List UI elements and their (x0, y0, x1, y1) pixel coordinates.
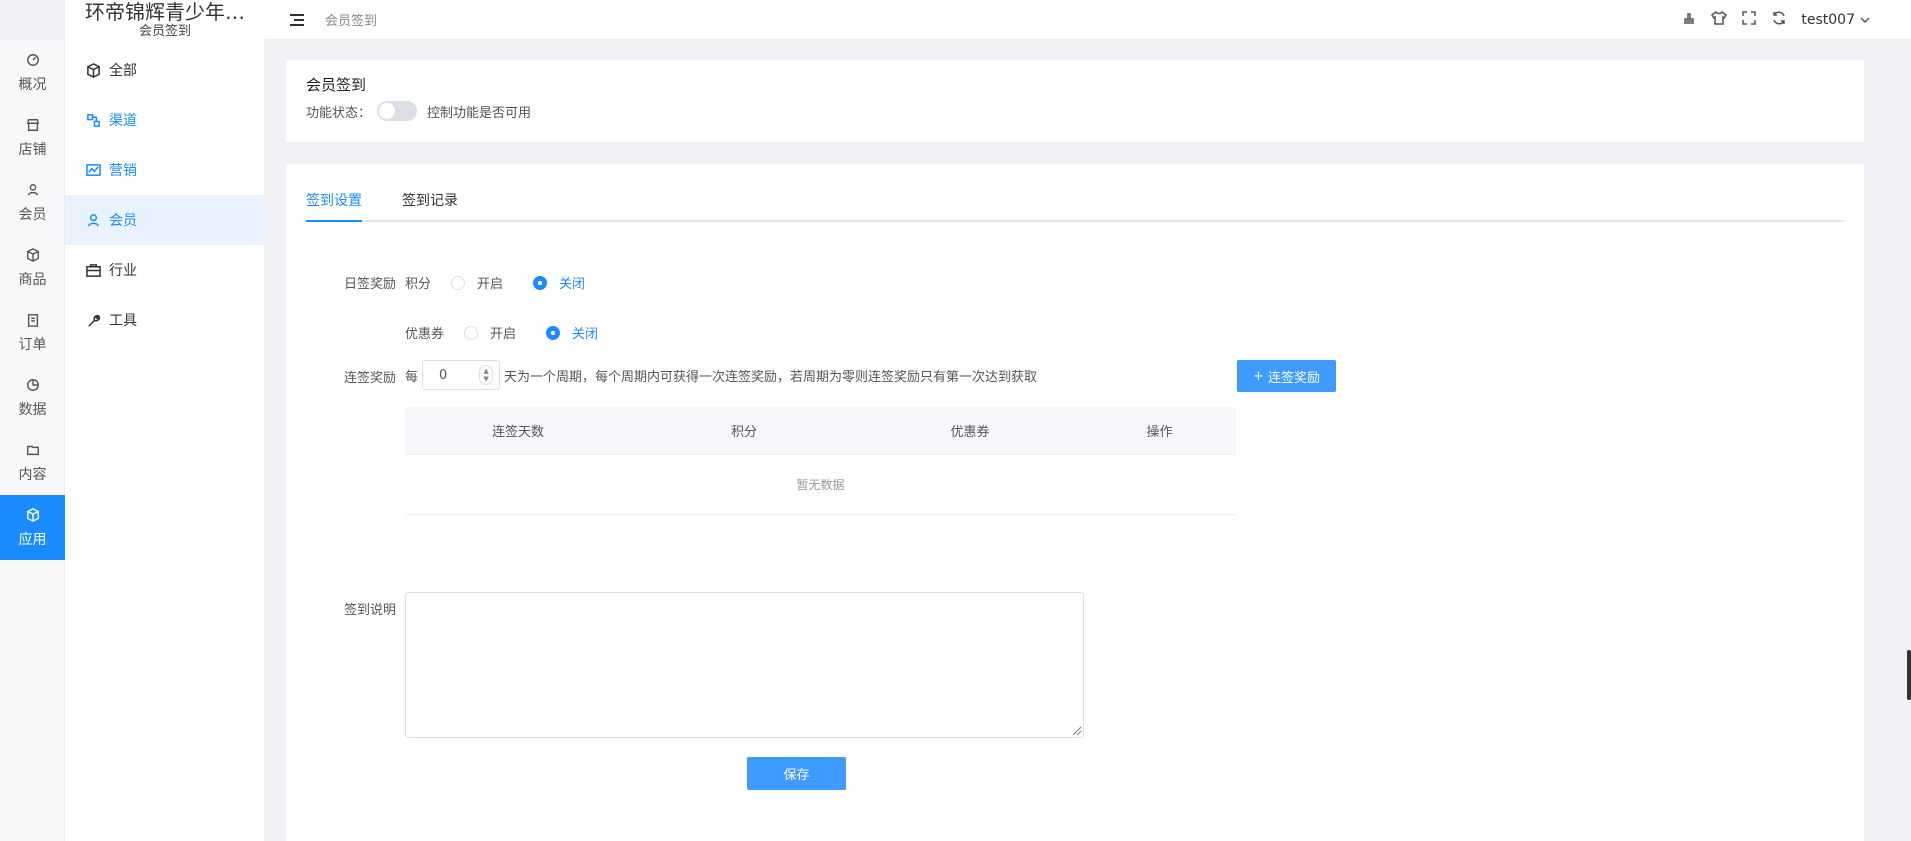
sidebar-item-member[interactable]: 会员 (65, 195, 264, 245)
rail-item-label: 数据 (18, 401, 47, 418)
dashboard-icon (25, 52, 41, 68)
chevron-down-icon (1860, 17, 1870, 24)
streak-reward-label: 连签奖励 (343, 371, 396, 386)
tab-signin-records[interactable]: 签到记录 (402, 190, 458, 220)
sidebar-item-marketing[interactable]: 营销 (65, 145, 264, 195)
rail-item-overview[interactable]: 概况 (0, 40, 65, 105)
rail-item-member[interactable]: 会员 (0, 170, 65, 235)
rail-item-label: 应用 (18, 531, 47, 548)
header-actions: test007 (1681, 0, 1871, 40)
shirt-icon[interactable] (1711, 10, 1728, 30)
clipboard-icon (25, 312, 41, 328)
user-menu[interactable]: test007 (1801, 12, 1871, 28)
add-streak-reward-button[interactable]: + 连签奖励 (1237, 360, 1336, 392)
cycle-days-input[interactable]: ▲▼ (422, 360, 501, 390)
rail-item-content[interactable]: 内容 (0, 430, 65, 495)
column-header: 操作 (1146, 425, 1173, 440)
cycle-days-field[interactable] (423, 367, 478, 383)
column-header: 优惠券 (950, 425, 990, 440)
refresh-icon[interactable] (1771, 10, 1787, 30)
brand-title: 环帝锦辉青少年… (85, 0, 245, 24)
table-header: 连签天数 积分 优惠券 操作 (405, 407, 1236, 455)
rail-item-label: 会员 (18, 206, 47, 223)
column-header: 连签天数 (491, 425, 544, 440)
brand-subtitle: 会员签到 (138, 24, 191, 39)
points-row: 积分 开启 关闭 (405, 273, 585, 292)
rail-item-apps[interactable]: 应用 (0, 495, 65, 560)
primary-nav-rail: 概况 店铺 会员 商品 订单 数据 内容 应用 (0, 40, 65, 841)
sidebar-item-tools[interactable]: 工具 (65, 295, 264, 345)
folder-icon (25, 442, 41, 458)
every-label: 每 (405, 369, 419, 385)
pie-chart-icon (25, 377, 41, 393)
status-label: 功能状态： (306, 105, 372, 121)
fullscreen-icon[interactable] (1741, 10, 1757, 30)
sidebar-item-label: 渠道 (109, 113, 137, 129)
rail-item-store[interactable]: 店铺 (0, 105, 65, 170)
trend-chart-icon (85, 162, 101, 178)
scrollbar-thumb[interactable] (1907, 650, 1911, 700)
secondary-sidebar: 全部 渠道 营销 会员 行业 工具 (65, 40, 265, 841)
page-title: 会员签到 (306, 76, 367, 94)
points-label: 积分 (405, 277, 432, 292)
user-icon (25, 182, 41, 198)
plus-icon: + (1253, 368, 1264, 384)
rail-item-label: 订单 (18, 336, 47, 353)
sidebar-item-all[interactable]: 全部 (65, 45, 264, 95)
stepper-icon[interactable]: ▲ ▼ (479, 365, 494, 385)
resize-grip-icon[interactable] (1070, 724, 1082, 736)
signin-settings-form: 日签奖励 积分 开启 关闭 优惠券 开启 关闭 连签奖励 每 ▲▼ 天为一个周期… (306, 222, 1844, 822)
tab-signin-settings[interactable]: 签到设置 (306, 190, 362, 222)
status-row: 功能状态： 控制功能是否可用 (306, 101, 1844, 121)
column-header: 积分 (730, 425, 757, 440)
sidebar-item-label: 会员 (109, 213, 137, 229)
tab-bar: 签到设置 签到记录 (306, 164, 1844, 222)
brand-header: 环帝锦辉青少年… 会员签到 (65, 0, 265, 40)
coupon-off-radio[interactable]: 关闭 (546, 323, 598, 342)
username: test007 (1801, 12, 1855, 28)
briefcase-icon (85, 262, 101, 278)
settings-card: 签到设置 签到记录 日签奖励 积分 开启 关闭 优惠券 开启 关闭 连签奖励 每… (286, 164, 1864, 841)
menu-toggle-icon[interactable] (289, 12, 305, 28)
rail-item-label: 概况 (18, 76, 47, 93)
rail-item-label: 店铺 (18, 141, 47, 158)
streak-row: 每 ▲▼ 天为一个周期，每个周期内可获得一次连签奖励，若周期为零则连签奖励只有第… (405, 360, 1037, 390)
sidebar-item-label: 工具 (109, 313, 137, 329)
rail-item-data[interactable]: 数据 (0, 365, 65, 430)
rail-item-label: 商品 (18, 271, 47, 288)
description-textarea[interactable] (405, 592, 1084, 738)
empty-state: 暂无数据 (405, 455, 1236, 515)
channel-icon (85, 112, 101, 128)
feature-toggle[interactable] (377, 101, 418, 121)
sidebar-item-label: 全部 (109, 63, 137, 79)
cube-icon (25, 247, 41, 263)
stamp-icon[interactable] (1681, 10, 1697, 30)
sidebar-item-label: 行业 (109, 263, 137, 279)
sidebar-item-label: 营销 (109, 163, 137, 179)
cube-icon (25, 507, 41, 523)
daily-reward-label: 日签奖励 (343, 277, 396, 292)
switch-hint: 控制功能是否可用 (427, 105, 532, 121)
top-header: 会员签到 test007 (265, 0, 1911, 40)
points-on-radio[interactable]: 开启 (451, 273, 503, 292)
points-off-radio[interactable]: 关闭 (533, 273, 585, 292)
rail-item-label: 内容 (18, 466, 47, 483)
cube-icon (85, 62, 101, 78)
breadcrumb: 会员签到 (325, 14, 378, 29)
rail-item-goods[interactable]: 商品 (0, 235, 65, 300)
streak-description: 天为一个周期，每个周期内可获得一次连签奖励，若周期为零则连签奖励只有第一次达到获… (504, 369, 1038, 385)
coupon-on-radio[interactable]: 开启 (464, 323, 516, 342)
save-button[interactable]: 保存 (747, 757, 846, 790)
coupon-label: 优惠券 (405, 327, 445, 342)
status-card: 会员签到 功能状态： 控制功能是否可用 (286, 60, 1864, 142)
coupon-row: 优惠券 开启 关闭 (405, 323, 598, 342)
user-icon (85, 212, 101, 228)
streak-reward-table: 连签天数 积分 优惠券 操作 暂无数据 (405, 407, 1236, 515)
store-icon (25, 117, 41, 133)
wrench-icon (85, 312, 101, 328)
description-label: 签到说明 (343, 603, 396, 618)
sidebar-item-channel[interactable]: 渠道 (65, 95, 264, 145)
rail-item-order[interactable]: 订单 (0, 300, 65, 365)
sidebar-item-industry[interactable]: 行业 (65, 245, 264, 295)
